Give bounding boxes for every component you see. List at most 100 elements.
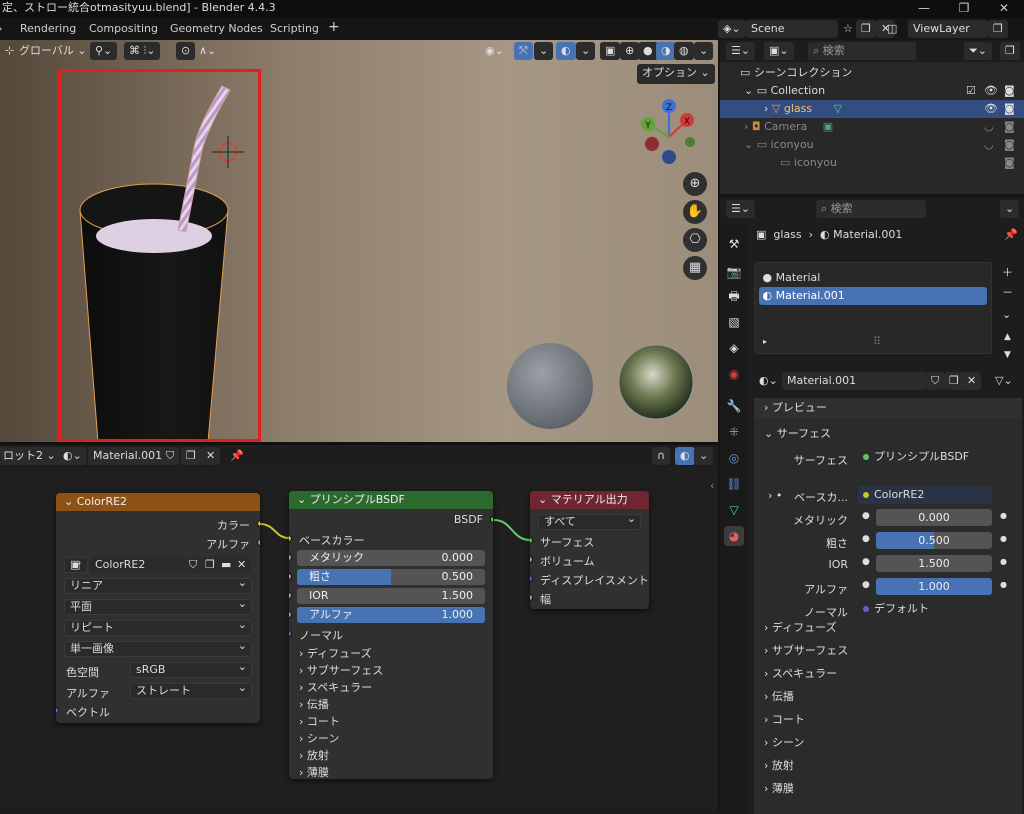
slot-item-material[interactable]: ● Material — [759, 269, 987, 287]
tab-scripting[interactable]: Scripting — [270, 22, 319, 35]
new-collection-icon[interactable]: ❐ — [1000, 42, 1020, 60]
viewlayer-name-field[interactable]: ViewLayer — [908, 20, 988, 38]
properties-search-input[interactable]: ⌕ 検索 — [816, 200, 926, 218]
tab-rendering[interactable]: Rendering — [20, 22, 76, 35]
projection-dropdown[interactable]: 平面 — [64, 597, 252, 615]
properties-material-name-field[interactable]: Material.001 — [782, 372, 926, 390]
prop-roughness-keyframe-icon[interactable]: ● — [1000, 534, 1007, 543]
3d-viewport[interactable]: ⊹ グローバル ⌄ ⚲⌄ ⌘ ⫶⌄ ⊙ ∧⌄ ◉⌄ ⤧ ⌄ ◐ ⌄ ▣ ⊕ ● … — [0, 40, 718, 442]
prop-metallic-keyframe-icon[interactable]: ● — [1000, 511, 1007, 520]
properties-editor-type-icon[interactable]: ☰⌄ — [726, 200, 756, 218]
collection-render-icon[interactable]: ◙ — [1004, 82, 1015, 100]
surface-input-socket[interactable] — [530, 537, 533, 544]
prop-panel-sheen[interactable]: › シーン — [754, 733, 1022, 753]
glass-visibility-icon[interactable]: 👁 — [984, 100, 998, 118]
fake-user-icon[interactable]: ⛉ — [161, 447, 180, 465]
prop-ior-socket-icon[interactable]: ● — [862, 557, 870, 567]
alpha-output-socket[interactable] — [257, 539, 260, 546]
outliner-row-iconyou[interactable]: ⌄ ▭ iconyou ◡ ◙ — [720, 136, 1024, 154]
properties-duplicate-icon[interactable]: ❐ — [944, 372, 964, 390]
scene-tab-icon[interactable]: ◈ — [724, 338, 744, 358]
alpha-mode-dropdown[interactable]: ストレート — [130, 681, 252, 699]
iconyou-child-render-icon[interactable]: ◙ — [1004, 154, 1015, 172]
glass-expand-icon[interactable]: › — [764, 102, 768, 115]
output-target-dropdown[interactable]: すべて — [538, 512, 641, 530]
prop-alpha-keyframe-icon[interactable]: ● — [1000, 580, 1007, 589]
scene-collection-row[interactable]: ▭ シーンコレクション — [720, 64, 1024, 82]
material-output-node[interactable]: ⌄ マテリアル出力 すべて サーフェス ボリューム ディスプレイスメント 幅 — [530, 491, 649, 609]
iconyou-visibility-icon[interactable]: ◡ — [984, 136, 994, 154]
prop-metallic-socket-icon[interactable]: ● — [862, 511, 870, 521]
outliner-search-input[interactable]: ⌕ 検索 — [808, 42, 916, 60]
prop-panel-transmission[interactable]: › 伝播 — [754, 687, 1022, 707]
duplicate-icon[interactable]: ❐ — [181, 447, 201, 465]
modifier-tab-icon[interactable]: 🔧 — [724, 396, 744, 416]
iconyou-expand-icon[interactable]: ⌄ — [744, 138, 753, 151]
displacement-input-socket[interactable] — [530, 575, 533, 582]
scene-browse-icon[interactable]: ◈⌄ — [718, 20, 746, 38]
bsdf-output-socket[interactable] — [490, 516, 493, 523]
prop-roughness-field[interactable]: 0.500 — [876, 532, 992, 549]
slot-dropdown[interactable]: ロット2 ⌄ — [0, 447, 61, 465]
outliner-row-camera[interactable]: › ◘ Camera ▣ ◡ ◙ — [720, 118, 1024, 136]
thickness-input-socket[interactable] — [530, 594, 533, 601]
color-output-socket[interactable] — [257, 520, 260, 527]
prop-panel-specular[interactable]: › スペキュラー — [754, 664, 1022, 684]
output-node-header[interactable]: ⌄ マテリアル出力 — [530, 491, 649, 509]
volume-input-socket[interactable] — [530, 556, 533, 563]
iconyou-render-icon[interactable]: ◙ — [1004, 136, 1015, 154]
bsdf-panel-subsurface[interactable]: › サブサーフェス — [299, 662, 383, 678]
particles-tab-icon[interactable]: ⁜ — [724, 422, 744, 442]
image-browse-icon[interactable]: ▣ — [64, 555, 88, 573]
output-tab-icon[interactable]: 🖶 — [724, 286, 744, 306]
camera-expand-icon[interactable]: › — [744, 120, 748, 133]
extension-dropdown[interactable]: リピート — [64, 618, 252, 636]
properties-options-icon[interactable]: ⌄ — [1000, 200, 1020, 218]
prop-alpha-socket-icon[interactable]: ● — [862, 580, 870, 590]
bsdf-panel-coat[interactable]: › コート — [299, 713, 340, 729]
editor-type-icon[interactable]: ☰⌄ — [726, 42, 756, 60]
prop-panel-coat[interactable]: › コート — [754, 710, 1022, 730]
collection-visibility-icon[interactable]: 👁 — [984, 82, 998, 100]
interpolation-dropdown[interactable]: リニア — [64, 576, 252, 594]
alpha-socket[interactable] — [289, 611, 292, 618]
bsdf-panel-thin-film[interactable]: › 薄膜 — [299, 764, 329, 779]
properties-fake-user-icon[interactable]: ⛉ — [926, 372, 945, 390]
bsdf-node-header[interactable]: ⌄ プリンシプルBSDF — [289, 491, 493, 509]
surface-panel-header[interactable]: ⌄ サーフェス — [754, 424, 1022, 444]
bsdf-ior-field[interactable]: IOR 1.500 — [297, 588, 485, 604]
constraints-tab-icon[interactable]: ⛓ — [724, 474, 744, 494]
perspective-grid-icon[interactable]: ▦ — [683, 256, 707, 280]
preview-panel-header[interactable]: › プレビュー — [754, 398, 1022, 418]
pin-icon[interactable]: 📌 — [225, 447, 249, 465]
base-color-socket[interactable] — [289, 535, 292, 542]
tool-tab-icon[interactable]: ⚒ — [724, 234, 744, 254]
glass-render-icon[interactable]: ◙ — [1004, 100, 1015, 118]
normal-field[interactable]: デフォルト — [858, 600, 992, 618]
maximize-icon[interactable]: ❐ — [944, 0, 984, 18]
surface-shader-field[interactable]: プリンシプルBSDF — [858, 448, 992, 466]
image-node-header[interactable]: ⌄ ColorRE2 — [56, 493, 260, 511]
prop-panel-diffuse[interactable]: › ディフューズ — [754, 618, 1022, 638]
unlink-icon[interactable]: ✕ — [201, 447, 221, 465]
prop-metallic-field[interactable]: 0.000 — [876, 509, 992, 526]
scene-new-icon[interactable]: ❐ — [856, 20, 876, 38]
colorspace-dropdown[interactable]: sRGB — [130, 660, 252, 678]
bsdf-panel-emission[interactable]: › 放射 — [299, 747, 329, 763]
material-name-field[interactable]: Material.001 — [88, 447, 168, 465]
add-workspace-button[interactable]: + — [328, 19, 340, 35]
tab-geometry-nodes[interactable]: Geometry Nodes — [170, 22, 263, 35]
ior-socket[interactable] — [289, 592, 292, 599]
viewlayer-new-icon[interactable]: ❐ — [988, 20, 1008, 38]
image-name-field[interactable]: ColorRE2 — [90, 557, 184, 573]
node-editor-canvas[interactable]: ‹ ⌄ ColorRE2 カラー アルファ ▣ ColorRE2 ⛉ ❐ ▬ ✕… — [0, 467, 718, 810]
scene-pin-icon[interactable]: ☆ — [838, 20, 858, 38]
overlay-node-icon[interactable]: ◐ — [675, 447, 695, 465]
move-slot-up-icon[interactable]: ▲ — [1004, 332, 1011, 342]
prop-ior-keyframe-icon[interactable]: ● — [1000, 557, 1007, 566]
zoom-icon[interactable]: ⊕ — [683, 172, 707, 196]
scene-name-field[interactable]: Scene — [746, 20, 838, 38]
roughness-socket[interactable] — [289, 573, 292, 580]
image-unlink-icon[interactable]: ✕ — [232, 557, 252, 573]
prop-alpha-field[interactable]: 1.000 — [876, 578, 992, 595]
